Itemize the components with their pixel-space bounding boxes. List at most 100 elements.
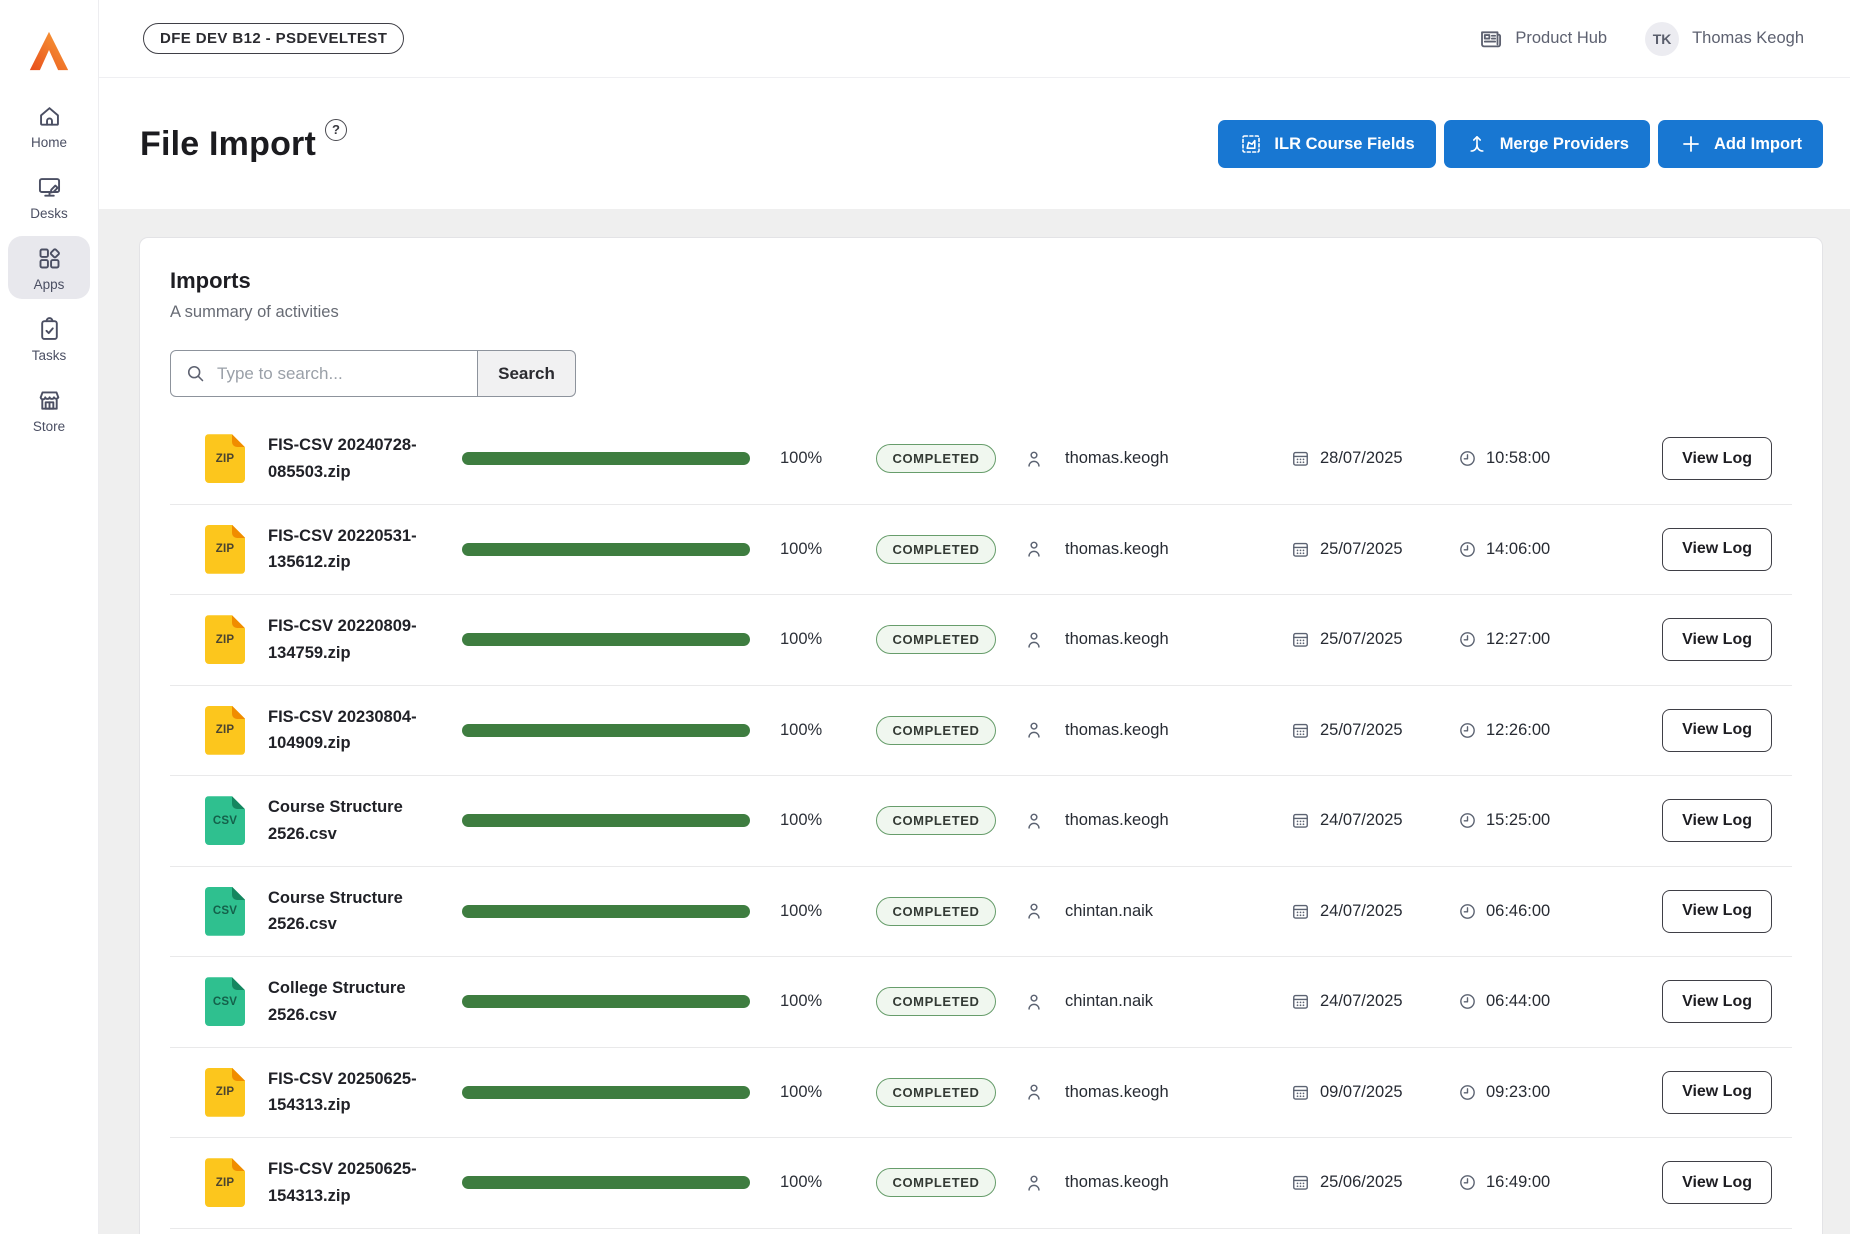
file-name: FIS-CSV 20250625-154313.zip: [268, 1066, 448, 1119]
csv-file-icon: CSV: [205, 796, 245, 845]
sidebar-item-desks[interactable]: Desks: [8, 165, 90, 228]
product-hub-link[interactable]: Product Hub: [1478, 26, 1607, 52]
clock-icon: [1457, 539, 1478, 560]
apps-icon: [36, 245, 63, 272]
top-header: DFE DEV B12 - PSDEVELTEST Product Hub TK…: [99, 0, 1850, 78]
import-date: 25/07/2025: [1320, 630, 1425, 649]
view-log-button[interactable]: View Log: [1662, 980, 1772, 1023]
search-button[interactable]: Search: [478, 350, 576, 397]
page-header: File Import ? ILR Course Fields Merge Pr…: [99, 79, 1850, 209]
sidebar-item-label: Store: [33, 419, 65, 434]
view-log-button[interactable]: View Log: [1662, 1161, 1772, 1204]
import-date: 24/07/2025: [1320, 992, 1425, 1011]
zip-file-icon: ZIP: [205, 1158, 245, 1207]
progress-percent: 100%: [780, 630, 835, 649]
table-row: ZIP FIS-CSV 20240728-085503.zip 100% COM…: [170, 414, 1792, 505]
avatar: TK: [1645, 22, 1679, 56]
user-icon: [1023, 810, 1045, 832]
view-log-button[interactable]: View Log: [1662, 618, 1772, 661]
user-icon: [1023, 1081, 1045, 1103]
table-row: CSV College Structure 2526.csv 100% COMP…: [170, 957, 1792, 1048]
calendar-icon: [1290, 720, 1311, 741]
import-date: 24/07/2025: [1320, 902, 1425, 921]
status-badge: COMPLETED: [876, 987, 995, 1016]
progress-percent: 100%: [780, 540, 835, 559]
map-selection-icon: [1239, 132, 1263, 156]
file-name: FIS-CSV 20220809-134759.zip: [268, 613, 448, 666]
brand-logo[interactable]: [26, 28, 72, 74]
sidebar-item-apps[interactable]: Apps: [8, 236, 90, 299]
sidebar-item-tasks[interactable]: Tasks: [8, 307, 90, 370]
user-name: thomas.keogh: [1065, 540, 1240, 559]
import-date: 28/07/2025: [1320, 449, 1425, 468]
view-log-button[interactable]: View Log: [1662, 709, 1772, 752]
merge-providers-button[interactable]: Merge Providers: [1444, 120, 1650, 168]
clock-icon: [1457, 901, 1478, 922]
newspaper-icon: [1478, 26, 1504, 52]
clock-icon: [1457, 810, 1478, 831]
progress-percent: 100%: [780, 1173, 835, 1192]
merge-providers-label: Merge Providers: [1500, 135, 1629, 154]
user-name: thomas.keogh: [1065, 1083, 1240, 1102]
progress-percent: 100%: [780, 449, 835, 468]
environment-badge: DFE DEV B12 - PSDEVELTEST: [143, 23, 404, 54]
progress-percent: 100%: [780, 992, 835, 1011]
import-time: 15:25:00: [1486, 811, 1571, 830]
progress-bar: [462, 814, 750, 827]
csv-file-icon: CSV: [205, 977, 245, 1026]
file-name: Course Structure 2526.csv: [268, 885, 448, 938]
view-log-button[interactable]: View Log: [1662, 437, 1772, 480]
import-time: 06:46:00: [1486, 902, 1571, 921]
user-name: thomas.keogh: [1065, 811, 1240, 830]
view-log-button[interactable]: View Log: [1662, 890, 1772, 933]
clock-icon: [1457, 1082, 1478, 1103]
calendar-icon: [1290, 901, 1311, 922]
tasks-icon: [36, 316, 63, 343]
user-icon: [1023, 900, 1045, 922]
file-name: College Structure 2526.csv: [268, 975, 448, 1028]
add-import-button[interactable]: Add Import: [1658, 120, 1823, 168]
file-name: FIS-CSV 20220531-135612.zip: [268, 523, 448, 576]
file-name: Course Structure 2526.csv: [268, 794, 448, 847]
calendar-icon: [1290, 448, 1311, 469]
zip-file-icon: ZIP: [205, 615, 245, 664]
user-name: chintan.naik: [1065, 902, 1240, 921]
progress-bar: [462, 1176, 750, 1189]
search-input[interactable]: [170, 350, 478, 397]
ilr-course-fields-label: ILR Course Fields: [1274, 135, 1414, 154]
status-badge: COMPLETED: [876, 444, 995, 473]
product-hub-label: Product Hub: [1515, 29, 1607, 48]
view-log-button[interactable]: View Log: [1662, 528, 1772, 571]
import-date: 25/07/2025: [1320, 721, 1425, 740]
import-time: 12:26:00: [1486, 721, 1571, 740]
search-icon: [185, 363, 206, 384]
zip-file-icon: ZIP: [205, 434, 245, 483]
card-subtitle: A summary of activities: [170, 303, 1792, 322]
file-name: FIS-CSV 20240728-085503.zip: [268, 432, 448, 485]
store-icon: [36, 387, 63, 414]
user-menu[interactable]: TK Thomas Keogh: [1645, 22, 1804, 56]
user-name: thomas.keogh: [1065, 1173, 1240, 1192]
user-name: thomas.keogh: [1065, 721, 1240, 740]
zip-file-icon: ZIP: [205, 706, 245, 755]
sidebar-item-store[interactable]: Store: [8, 378, 90, 441]
help-icon[interactable]: ?: [325, 119, 347, 141]
view-log-button[interactable]: View Log: [1662, 1071, 1772, 1114]
sidebar-item-home[interactable]: Home: [8, 94, 90, 157]
import-time: 16:49:00: [1486, 1173, 1571, 1192]
progress-bar: [462, 724, 750, 737]
progress-bar: [462, 543, 750, 556]
progress-percent: 100%: [780, 902, 835, 921]
view-log-button[interactable]: View Log: [1662, 799, 1772, 842]
merge-icon: [1465, 132, 1489, 156]
clock-icon: [1457, 1172, 1478, 1193]
user-name: thomas.keogh: [1065, 630, 1240, 649]
user-name: Thomas Keogh: [1692, 29, 1804, 48]
status-badge: COMPLETED: [876, 716, 995, 745]
import-time: 10:58:00: [1486, 449, 1571, 468]
ilr-course-fields-button[interactable]: ILR Course Fields: [1218, 120, 1435, 168]
card-title: Imports: [170, 268, 1792, 294]
progress-percent: 100%: [780, 721, 835, 740]
file-name: FIS-CSV 20230804-104909.zip: [268, 704, 448, 757]
content-area: Imports A summary of activities Search Z…: [99, 209, 1850, 1234]
